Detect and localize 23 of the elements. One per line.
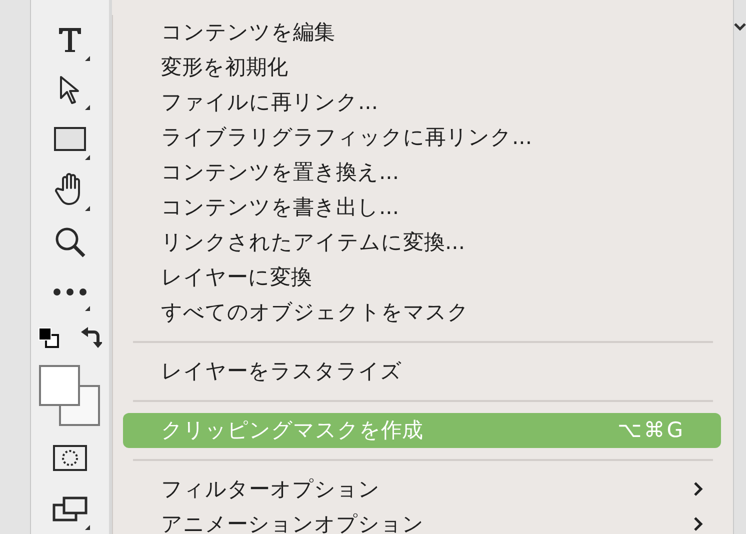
menu-item[interactable]: アニメーションオプション <box>123 506 721 534</box>
rectangle-tool-icon[interactable] <box>54 127 86 152</box>
screen-mode-icon[interactable] <box>52 496 88 522</box>
type-tool-icon[interactable] <box>57 26 83 54</box>
menu-item[interactable]: レイヤーに変換 <box>123 260 721 294</box>
default-colors-icon[interactable] <box>38 327 60 350</box>
menu-item[interactable]: コンテンツを書き出し... <box>123 190 721 224</box>
menu-item[interactable]: 変形を初期化 <box>123 50 721 84</box>
menu-item[interactable]: コンテンツを編集 <box>123 14 721 50</box>
menu-item[interactable]: リンクされたアイテムに変換... <box>123 224 721 260</box>
pointer-tool-icon[interactable] <box>59 74 81 105</box>
menu-item[interactable]: ライブラリグラフィックに再リンク... <box>123 120 721 154</box>
menu-item[interactable]: レイヤーをラスタライズ <box>123 354 721 388</box>
chevron-down-icon[interactable] <box>734 22 746 32</box>
more-icon[interactable] <box>53 288 87 296</box>
menu-item[interactable]: コンテンツを置き換え... <box>123 154 721 190</box>
search-icon[interactable] <box>54 226 86 258</box>
menu-item[interactable]: フィルターオプション <box>123 472 721 506</box>
swap-arrow-icon[interactable] <box>80 327 102 350</box>
quick-mask-icon[interactable] <box>53 445 87 472</box>
menu-item[interactable]: すべてのオブジェクトをマスク <box>123 294 721 330</box>
menu-item[interactable]: ファイルに再リンク... <box>123 84 721 120</box>
color-swatches-icon[interactable] <box>39 365 101 428</box>
